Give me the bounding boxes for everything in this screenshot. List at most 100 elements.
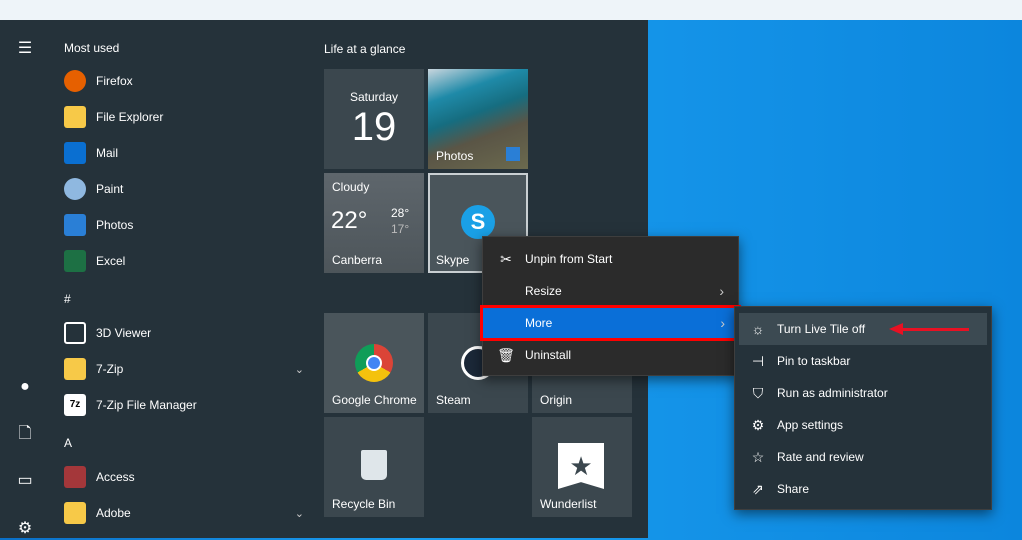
paint-icon: [64, 178, 86, 200]
access-icon: [64, 466, 86, 488]
app-label: Mail: [96, 146, 119, 160]
menu-label: Run as administrator: [777, 386, 888, 400]
pictures-icon[interactable]: ▭: [14, 470, 36, 492]
app-access[interactable]: Access: [64, 459, 304, 495]
app-7zip-file-manager[interactable]: 7z 7-Zip File Manager: [64, 387, 304, 423]
section-hash[interactable]: #: [64, 292, 71, 306]
menu-item-more[interactable]: More ›: [480, 305, 741, 341]
excel-icon: [64, 250, 86, 272]
menu-label: Uninstall: [525, 348, 572, 362]
documents-icon[interactable]: 🗋: [14, 423, 36, 445]
cube-icon: [64, 322, 86, 344]
photos-icon: [506, 147, 520, 161]
weather-condition: Cloudy: [332, 180, 370, 194]
menu-item-unpin[interactable]: ✂ Unpin from Start: [483, 243, 738, 275]
calendar-date: 19: [351, 105, 397, 149]
tile-recycle-bin[interactable]: Recycle Bin: [324, 417, 424, 517]
tile-photos[interactable]: Photos: [428, 69, 528, 169]
app-label: Adobe: [96, 506, 131, 520]
pin-icon: ⊣: [751, 352, 765, 369]
tile-context-menu: ✂ Unpin from Start Resize › More › 🗑 Uninsta…: [480, 236, 741, 376]
weather-high: 28°: [391, 206, 410, 220]
more-submenu: ☼ Turn Live Tile off ⊣ Pin to taskbar ⛉ Run…: [734, 306, 992, 510]
app-7zip[interactable]: 7-Zip ⌄: [64, 351, 304, 387]
app-photos[interactable]: Photos: [64, 207, 304, 243]
gear-icon: ⚙: [751, 416, 765, 433]
unpin-icon: ✂: [500, 250, 512, 267]
app-mail[interactable]: Mail: [64, 135, 304, 171]
chevron-right-icon: ›: [719, 283, 724, 299]
tile-label: Origin: [540, 393, 573, 407]
menu-item-app-settings[interactable]: ⚙ App settings: [735, 409, 991, 441]
app-label: 3D Viewer: [96, 326, 152, 340]
menu-item-uninstall[interactable]: 🗑 Uninstall: [483, 339, 738, 371]
menu-label: Share: [777, 482, 810, 496]
tile-weather[interactable]: Cloudy 22° 28° 17° Canberra: [324, 173, 424, 273]
tile-wunderlist[interactable]: ★ Wunderlist: [532, 417, 632, 517]
folder-icon: [64, 358, 86, 380]
menu-item-turn-live-tile-off[interactable]: ☼ Turn Live Tile off: [739, 313, 987, 345]
app-label: Firefox: [96, 74, 133, 88]
hamburger-menu-icon[interactable]: ☰: [14, 38, 36, 60]
menu-item-resize[interactable]: Resize ›: [483, 275, 738, 307]
menu-item-share[interactable]: ⇗ Share: [735, 473, 991, 505]
weather-temp: 22°: [331, 207, 368, 234]
app-file-explorer[interactable]: File Explorer: [64, 99, 304, 135]
photos-icon: [64, 214, 86, 236]
app-adobe[interactable]: Adobe ⌄: [64, 495, 304, 531]
app-label: Paint: [96, 182, 124, 196]
tile-label: Wunderlist: [540, 497, 597, 511]
tile-label: Skype: [436, 253, 470, 267]
menu-label: Pin to taskbar: [777, 354, 851, 368]
app-label: Access: [96, 470, 135, 484]
firefox-icon: [64, 70, 86, 92]
folder-icon: [64, 106, 86, 128]
user-icon[interactable]: ●: [14, 376, 36, 398]
7zip-icon: 7z: [64, 394, 86, 416]
menu-item-pin-to-taskbar[interactable]: ⊣ Pin to taskbar: [735, 345, 991, 377]
menu-label: Resize: [525, 284, 562, 298]
red-arrow-annotation: [899, 328, 969, 331]
wunderlist-icon: ★: [558, 443, 604, 489]
app-excel[interactable]: Excel: [64, 243, 304, 279]
calendar-day: Saturday: [349, 90, 399, 104]
chrome-icon: [355, 344, 393, 382]
app-label: Excel: [96, 254, 126, 268]
live-tile-icon: ☼: [751, 321, 765, 337]
tile-group-title: Life at a glance: [324, 42, 406, 56]
tile-label: Steam: [436, 393, 471, 407]
share-icon: ⇗: [752, 480, 764, 497]
menu-label: Rate and review: [777, 450, 864, 464]
app-label: Photos: [96, 218, 134, 232]
start-rail: ☰ ● 🗋 ▭ ⚙: [0, 20, 50, 538]
chevron-right-icon: ›: [720, 315, 725, 331]
chevron-down-icon[interactable]: ⌄: [295, 507, 304, 520]
tile-label: Photos: [436, 149, 474, 163]
recycle-bin-icon: [361, 450, 387, 480]
tile-label: Google Chrome: [332, 393, 417, 407]
app-firefox[interactable]: Firefox: [64, 63, 304, 99]
menu-label: App settings: [777, 418, 844, 432]
tile-calendar[interactable]: Saturday 19: [324, 69, 424, 169]
folder-icon: [64, 502, 86, 524]
menu-label: Turn Live Tile off: [777, 322, 866, 336]
chevron-down-icon[interactable]: ⌄: [295, 363, 304, 376]
shield-icon: ⛉: [752, 384, 764, 401]
weather-low: 17°: [391, 222, 410, 236]
tile-google-chrome[interactable]: Google Chrome: [324, 313, 424, 413]
app-label: File Explorer: [96, 110, 164, 124]
menu-item-rate-review[interactable]: ☆ Rate and review: [735, 441, 991, 473]
arrow-head-icon: [889, 323, 903, 335]
app-label: 7-Zip: [96, 362, 124, 376]
menu-label: Unpin from Start: [525, 252, 613, 266]
app-3d-viewer[interactable]: 3D Viewer: [64, 315, 304, 351]
tile-label: Canberra: [332, 253, 383, 267]
menu-item-run-as-admin[interactable]: ⛉ Run as administrator: [735, 377, 991, 409]
top-strip: [0, 0, 1022, 20]
app-paint[interactable]: Paint: [64, 171, 304, 207]
menu-label: More: [525, 316, 553, 330]
mail-icon: [64, 142, 86, 164]
settings-icon[interactable]: ⚙: [14, 518, 36, 540]
trash-icon: 🗑: [497, 346, 515, 363]
section-a[interactable]: A: [64, 436, 72, 450]
